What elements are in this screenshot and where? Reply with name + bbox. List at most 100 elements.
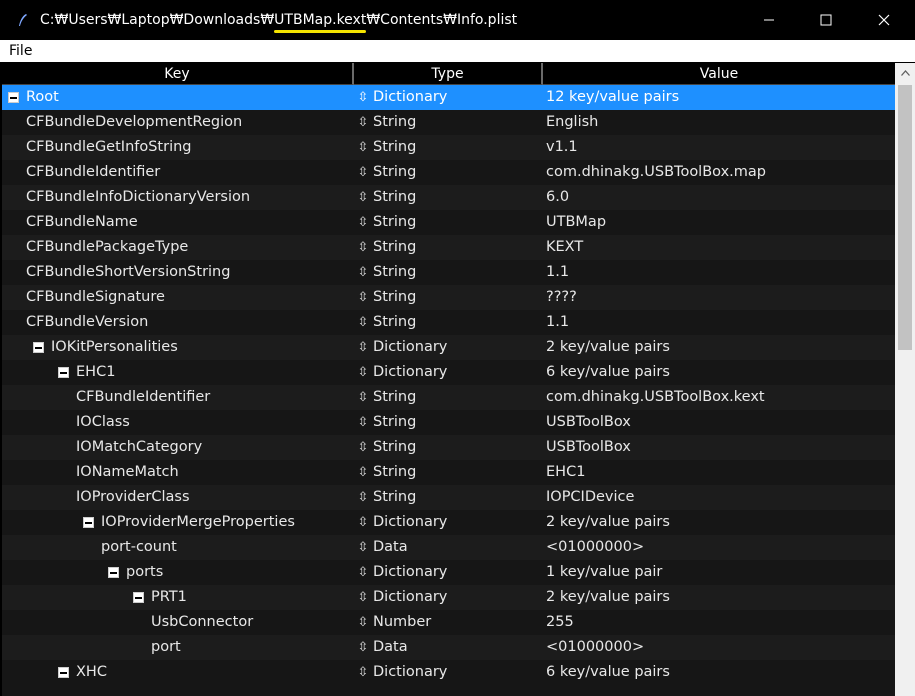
- row-type-cell[interactable]: ⇳ String: [357, 285, 417, 310]
- column-header-value[interactable]: Value: [543, 63, 895, 85]
- tree-row[interactable]: PRT1 ⇳ Dictionary 2 key/value pairs: [2, 585, 895, 610]
- collapse-toggle-icon[interactable]: [58, 667, 69, 678]
- row-value[interactable]: USBToolBox: [546, 435, 631, 460]
- collapse-toggle-icon[interactable]: [133, 592, 144, 603]
- row-type-cell[interactable]: ⇳ Number: [357, 610, 432, 635]
- row-value[interactable]: UTBMap: [546, 210, 606, 235]
- type-selector-icon: ⇳: [357, 215, 369, 230]
- row-type-cell[interactable]: ⇳ String: [357, 260, 417, 285]
- maximize-button[interactable]: [797, 0, 855, 40]
- tree-row[interactable]: CFBundleIdentifier ⇳ String com.dhinakg.USB…: [2, 160, 895, 185]
- row-type-cell[interactable]: ⇳ Dictionary: [357, 360, 448, 385]
- row-key: CFBundleIdentifier: [76, 389, 211, 405]
- tree-row[interactable]: CFBundleVersion ⇳ String 1.1: [2, 310, 895, 335]
- row-key: ports: [126, 564, 164, 580]
- collapse-toggle-icon[interactable]: [33, 342, 44, 353]
- row-value[interactable]: 1.1: [546, 260, 569, 285]
- tree-row[interactable]: ports ⇳ Dictionary 1 key/value pair: [2, 560, 895, 585]
- row-type-cell[interactable]: ⇳ String: [357, 160, 417, 185]
- row-value[interactable]: IOPCIDevice: [546, 485, 634, 510]
- row-value[interactable]: KEXT: [546, 235, 583, 260]
- row-type-cell[interactable]: ⇳ Dictionary: [357, 560, 448, 585]
- tree-row[interactable]: CFBundleIdentifier ⇳ String com.dhinakg.USB…: [2, 385, 895, 410]
- column-header-type[interactable]: Type: [354, 63, 543, 85]
- tree-row[interactable]: XHC ⇳ Dictionary 6 key/value pairs: [2, 660, 895, 685]
- tree-row[interactable]: port ⇳ Data <01000000>: [2, 635, 895, 660]
- tree-row[interactable]: CFBundleInfoDictionaryVersion ⇳ String 6.0: [2, 185, 895, 210]
- tree-row[interactable]: Root ⇳ Dictionary 12 key/value pairs: [2, 85, 895, 110]
- row-value[interactable]: com.dhinakg.USBToolBox.map: [546, 160, 766, 185]
- row-value[interactable]: English: [546, 110, 598, 135]
- menu-file[interactable]: File: [0, 43, 41, 59]
- row-value[interactable]: v1.1: [546, 135, 578, 160]
- row-value[interactable]: 6.0: [546, 185, 569, 210]
- row-type-cell[interactable]: ⇳ String: [357, 485, 417, 510]
- tree-row[interactable]: IOProviderMergeProperties ⇳ Dictionary 2 ke…: [2, 510, 895, 535]
- row-value[interactable]: USBToolBox: [546, 410, 631, 435]
- collapse-toggle-icon[interactable]: [58, 367, 69, 378]
- row-type-cell[interactable]: ⇳ String: [357, 435, 417, 460]
- row-type-cell[interactable]: ⇳ Dictionary: [357, 335, 448, 360]
- row-value[interactable]: 2 key/value pairs: [546, 335, 670, 360]
- tree-row[interactable]: CFBundleSignature ⇳ String????: [2, 285, 895, 310]
- close-button[interactable]: [855, 0, 913, 40]
- tree-row[interactable]: CFBundleDevelopmentRegion ⇳ String English: [2, 110, 895, 135]
- column-header-key[interactable]: Key: [2, 63, 354, 85]
- row-type-cell[interactable]: ⇳ String: [357, 110, 417, 135]
- row-type-cell[interactable]: ⇳ String: [357, 235, 417, 260]
- row-value[interactable]: ????: [546, 285, 577, 310]
- type-selector-icon: ⇳: [357, 165, 369, 180]
- row-type-cell[interactable]: ⇳ String: [357, 460, 417, 485]
- tree-row[interactable]: CFBundleGetInfoString ⇳ String v1.1: [2, 135, 895, 160]
- row-value[interactable]: 6 key/value pairs: [546, 660, 670, 685]
- tree-row[interactable]: IOKitPersonalities ⇳ Dictionary 2 key/value…: [2, 335, 895, 360]
- tree-row[interactable]: port-count ⇳ Data <01000000>: [2, 535, 895, 560]
- tree-row[interactable]: EHC1 ⇳ Dictionary 6 key/value pairs: [2, 360, 895, 385]
- row-type-cell[interactable]: ⇳ Dictionary: [357, 585, 448, 610]
- collapse-toggle-icon[interactable]: [108, 567, 119, 578]
- row-value[interactable]: 2 key/value pairs: [546, 510, 670, 535]
- row-value[interactable]: <01000000>: [546, 635, 644, 660]
- row-type-cell[interactable]: ⇳ String: [357, 310, 417, 335]
- row-type-cell[interactable]: ⇳ Dictionary: [357, 85, 448, 110]
- tree-row[interactable]: IOClass ⇳ String USBToolBox: [2, 410, 895, 435]
- row-type-cell[interactable]: ⇳ String: [357, 410, 417, 435]
- row-type-cell[interactable]: ⇳ Data: [357, 635, 408, 660]
- vertical-scrollbar[interactable]: [895, 63, 915, 696]
- row-type: String: [373, 414, 417, 430]
- minimize-button[interactable]: [740, 0, 798, 40]
- row-value[interactable]: 255: [546, 610, 574, 635]
- row-type-cell[interactable]: ⇳ Data: [357, 535, 408, 560]
- row-type-cell[interactable]: ⇳ String: [357, 185, 417, 210]
- scroll-up-button[interactable]: [895, 63, 915, 83]
- type-selector-icon: ⇳: [357, 465, 369, 480]
- tree-row[interactable]: UsbConnector ⇳ Number 255: [2, 610, 895, 635]
- tree-row[interactable]: IOProviderClass ⇳ String IOPCIDevice: [2, 485, 895, 510]
- tree-row[interactable]: CFBundlePackageType ⇳ String KEXT: [2, 235, 895, 260]
- row-value[interactable]: 1.1: [546, 310, 569, 335]
- tree-row[interactable]: IONameMatch ⇳ String EHC1: [2, 460, 895, 485]
- collapse-toggle-icon[interactable]: [8, 92, 19, 103]
- row-value[interactable]: EHC1: [546, 460, 585, 485]
- row-type-cell[interactable]: ⇳ Dictionary: [357, 660, 448, 685]
- type-selector-icon: ⇳: [357, 665, 369, 680]
- row-type-cell[interactable]: ⇳ String: [357, 385, 417, 410]
- row-type-cell[interactable]: ⇳ String: [357, 210, 417, 235]
- collapse-toggle-icon[interactable]: [83, 517, 94, 528]
- row-type: String: [373, 264, 417, 280]
- row-value[interactable]: 6 key/value pairs: [546, 360, 670, 385]
- tree-row[interactable]: IOMatchCategory ⇳ String USBToolBox: [2, 435, 895, 460]
- row-type-cell[interactable]: ⇳ Dictionary: [357, 510, 448, 535]
- row-type-cell[interactable]: ⇳ String: [357, 135, 417, 160]
- type-selector-icon: ⇳: [357, 265, 369, 280]
- row-value[interactable]: 12 key/value pairs: [546, 85, 679, 110]
- row-value[interactable]: <01000000>: [546, 535, 644, 560]
- row-value[interactable]: 1 key/value pair: [546, 560, 662, 585]
- row-type: String: [373, 464, 417, 480]
- tree-row[interactable]: CFBundleName ⇳ String UTBMap: [2, 210, 895, 235]
- row-value[interactable]: com.dhinakg.USBToolBox.kext: [546, 385, 765, 410]
- title-highlight: UTBMap.kext: [274, 12, 367, 28]
- scroll-thumb[interactable]: [898, 85, 912, 350]
- row-value[interactable]: 2 key/value pairs: [546, 585, 670, 610]
- tree-row[interactable]: CFBundleShortVersionString ⇳ String 1.1: [2, 260, 895, 285]
